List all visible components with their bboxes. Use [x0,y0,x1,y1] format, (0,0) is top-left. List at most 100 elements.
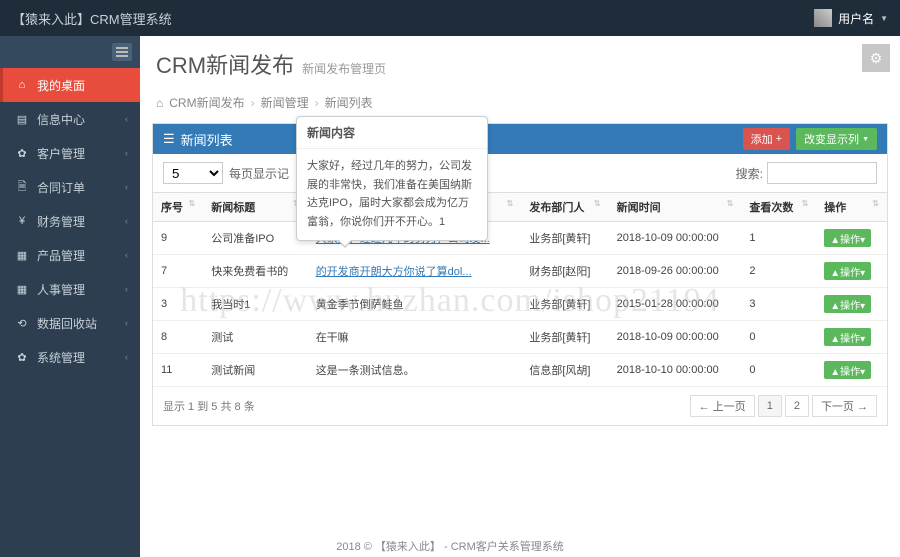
sidebar-item-8[interactable]: ✿系统管理‹ [0,340,140,374]
breadcrumb-item[interactable]: 新闻管理 [261,94,309,111]
page-footer: 2018 © 【猿来入此】 - CRM客户关系管理系统 [0,538,900,554]
row-action-button[interactable]: ▲操作▾ [824,229,871,247]
nav-label: 产品管理 [37,247,85,264]
sidebar-toggle[interactable] [0,36,140,68]
cell-time: 2018-10-09 00:00:00 [609,321,742,354]
sidebar-item-2[interactable]: ✿客户管理‹ [0,136,140,170]
settings-button[interactable]: ⚙ [862,44,890,72]
chevron-left-icon: ‹ [125,216,128,226]
cell-id: 11 [153,354,203,387]
content-popover: 新闻内容 大家好，经过几年的努力，公司发展的非常快，我们准备在美国纳斯达克IPO… [296,116,488,241]
col-header[interactable]: 发布部门人⇅ [521,193,608,222]
cell-content[interactable]: 的开发商开朗大方你说了算dol... [308,255,522,288]
nav-icon: 🗎 [15,178,29,197]
nav-label: 数据回收站 [37,315,97,332]
row-action-button[interactable]: ▲操作▾ [824,295,871,313]
cell-op: ▲操作▾ [816,255,887,288]
popover-body: 大家好，经过几年的努力，公司发展的非常快，我们准备在美国纳斯达克IPO，届时大家… [297,149,487,240]
page-title: CRM新闻发布 [156,48,294,80]
cell-views: 2 [741,255,816,288]
popover-title: 新闻内容 [297,117,487,149]
pager: ← 上一页 1 2 下一页 → [690,395,877,417]
row-action-button[interactable]: ▲操作▾ [824,262,871,280]
nav-icon: ▦ [15,249,29,262]
cell-title: 我当时1 [203,288,307,321]
col-header[interactable]: 序号⇅ [153,193,203,222]
nav-icon: ✿ [15,147,29,160]
search-label: 搜索: [736,165,763,182]
breadcrumb: ⌂ CRM新闻发布 › 新闻管理 › 新闻列表 [140,88,900,117]
cell-id: 9 [153,222,203,255]
popover-arrow [337,240,353,248]
chevron-down-icon: ▼ [862,136,869,143]
sidebar-item-5[interactable]: ▦ 产品管理 ‹ [0,238,140,272]
cell-op: ▲操作▾ [816,321,887,354]
cell-content[interactable]: 这是一条测试信息。 [308,354,522,387]
nav-label: 客户管理 [37,145,85,162]
search-input[interactable] [767,162,877,184]
nav-label: 我的桌面 [37,77,85,94]
cell-title: 测试新闻 [203,354,307,387]
table-row: 3 我当时1 黄金季节倒萨鲑鱼 业务部[黄轩] 2015-01-28 00:00… [153,288,887,321]
chevron-left-icon: ‹ [125,352,128,362]
col-header[interactable]: 新闻时间⇅ [609,193,742,222]
table-row: 11 测试新闻 这是一条测试信息。 信息部[风胡] 2018-10-10 00:… [153,354,887,387]
chevron-left-icon: ‹ [125,182,128,192]
cell-op: ▲操作▾ [816,354,887,387]
change-columns-button[interactable]: 改变显示列 ▼ [796,128,877,150]
cell-time: 2018-10-09 00:00:00 [609,222,742,255]
pagination-info: 显示 1 到 5 共 8 条 [163,398,255,414]
main-content: CRM新闻发布 新闻发布管理页 ⚙ ⌂ CRM新闻发布 › 新闻管理 › 新闻列… [140,36,900,557]
cell-time: 2015-01-28 00:00:00 [609,288,742,321]
top-bar: 【猿来入此】CRM管理系统 用户名 ▼ [0,0,900,36]
sidebar-item-6[interactable]: ▦人事管理‹ [0,272,140,306]
search-box: 搜索: [736,162,877,184]
plus-icon: + [776,133,782,145]
cell-id: 7 [153,255,203,288]
sidebar-item-4[interactable]: ¥ 财务管理 ‹ [0,204,140,238]
table-row: 9 公司准备IPO 大家好，经过几年的努力，公司发... 业务部[黄轩] 201… [153,222,887,255]
cell-views: 3 [741,288,816,321]
user-menu[interactable]: 用户名 ▼ [814,9,888,27]
add-button[interactable]: 添加 + [743,128,790,150]
sidebar-item-0[interactable]: ⌂我的桌面 [0,68,140,102]
sidebar-item-3[interactable]: 🗎合同订单‹ [0,170,140,204]
nav-label: 系统管理 [37,349,85,366]
chevron-left-icon: ‹ [125,284,128,294]
row-action-button[interactable]: ▲操作▾ [824,328,871,346]
cell-views: 0 [741,354,816,387]
cell-content[interactable]: 黄金季节倒萨鲑鱼 [308,288,522,321]
sidebar: ⌂我的桌面▤信息中心‹✿客户管理‹🗎合同订单‹¥财务管理‹▦产品管理‹▦人事管理… [0,36,140,557]
sidebar-item-7[interactable]: ⟲数据回收站‹ [0,306,140,340]
col-header[interactable]: 新闻标题⇅ [203,193,307,222]
col-header[interactable]: 操作⇅ [816,193,887,222]
prev-page[interactable]: ← 上一页 [690,395,755,417]
row-action-button[interactable]: ▲操作▾ [824,361,871,379]
chevron-left-icon: ‹ [125,250,128,260]
panel-title: 新闻列表 [181,130,233,149]
page-size-label: 每页显示记 [229,165,289,182]
sidebar-item-1[interactable]: ▤信息中心‹ [0,102,140,136]
home-icon[interactable]: ⌂ [156,96,163,110]
col-header[interactable]: 查看次数⇅ [741,193,816,222]
news-panel: ☰ 新闻列表 添加 + 改变显示列 ▼ 5 每页显示记 [152,123,888,426]
news-table: 序号⇅新闻标题⇅新闻内容⇅发布部门人⇅新闻时间⇅查看次数⇅操作⇅ 9 公司准备I… [153,192,887,387]
breadcrumb-item[interactable]: CRM新闻发布 [169,94,244,111]
page-header: CRM新闻发布 新闻发布管理页 ⚙ [140,36,900,88]
nav-icon: ¥ [15,215,29,227]
list-icon: ☰ [163,131,175,147]
cell-title: 测试 [203,321,307,354]
page-1[interactable]: 1 [758,395,782,417]
cell-time: 2018-10-10 00:00:00 [609,354,742,387]
avatar [814,9,832,27]
brand-title: 【猿来入此】CRM管理系统 [12,9,172,28]
breadcrumb-item: 新闻列表 [325,94,373,111]
cell-content[interactable]: 在干嘛 [308,321,522,354]
next-page[interactable]: 下一页 → [812,395,877,417]
panel-header: ☰ 新闻列表 添加 + 改变显示列 ▼ [153,124,887,154]
page-size-select[interactable]: 5 [163,162,223,184]
table-toolbar: 5 每页显示记 搜索: [153,154,887,192]
page-2[interactable]: 2 [785,395,809,417]
nav-label: 财务管理 [37,213,85,230]
cell-id: 3 [153,288,203,321]
